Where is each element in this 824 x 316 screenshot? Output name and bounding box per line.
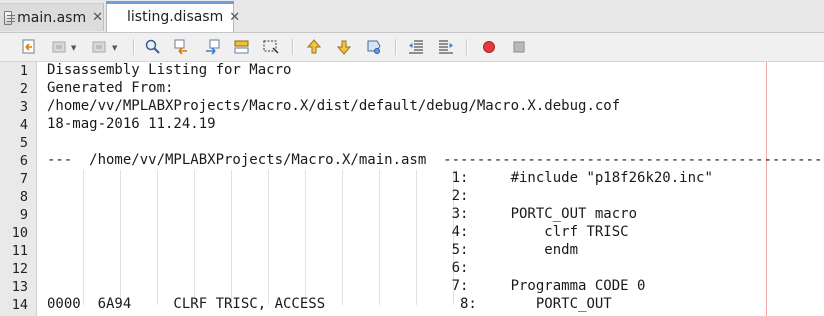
history-forward-icon[interactable]	[90, 38, 108, 56]
code-line[interactable]: 3: PORTC_OUT macro	[47, 206, 637, 222]
code-line[interactable]: 7: Programma CODE 0	[47, 278, 646, 294]
toggle-highlight-icon[interactable]	[233, 38, 251, 56]
close-icon[interactable]: ✕	[229, 10, 240, 25]
tab-listing-disasm-label: listing.disasm	[127, 9, 224, 25]
tab-main-asm[interactable]: main.asm ✕	[0, 3, 104, 31]
start-macro-icon[interactable]	[480, 38, 498, 56]
shift-right-icon[interactable]	[437, 38, 455, 56]
code-line[interactable]: Disassembly Listing for Macro	[47, 62, 291, 78]
line-number-gutter: 1 2 3 4 5 6 7 8 9 10 11 12 13 14	[0, 62, 37, 316]
disassembly-editor[interactable]: 1 2 3 4 5 6 7 8 9 10 11 12 13 14 Disasse…	[0, 62, 824, 316]
code-line[interactable]: Generated From:	[47, 80, 173, 96]
tab-main-asm-label: main.asm	[17, 9, 87, 26]
line-number: 11	[11, 243, 28, 259]
run-history-icon[interactable]	[50, 38, 68, 56]
line-number: 9	[19, 207, 28, 223]
tab-listing-disasm[interactable]: listing.disasm ✕	[106, 1, 240, 32]
code-line[interactable]: 6:	[47, 260, 469, 276]
line-number: 5	[19, 135, 28, 151]
toggle-bookmark-icon[interactable]	[365, 38, 383, 56]
editor-toolbar: ▼ ▼	[0, 33, 824, 62]
line-number: 1	[19, 63, 28, 79]
chevron-down-icon[interactable]: ▼	[112, 44, 117, 52]
toolbar-separator	[292, 39, 294, 55]
back-source-icon[interactable]	[20, 38, 38, 56]
line-number: 14	[11, 297, 28, 313]
code-line[interactable]: 5: endm	[47, 242, 578, 258]
code-line[interactable]: --- /home/vv/MPLABXProjects/Macro.X/main…	[47, 152, 824, 168]
editor-tab-bar: main.asm ✕ listing.disasm ✕	[0, 0, 824, 33]
asm-file-icon	[4, 10, 16, 25]
toolbar-separator	[395, 39, 397, 55]
right-margin-line	[766, 62, 767, 316]
stop-macro-icon[interactable]	[510, 38, 528, 56]
line-number: 2	[19, 81, 28, 97]
line-number: 7	[19, 171, 28, 187]
line-number: 8	[19, 189, 28, 205]
find-previous-icon[interactable]	[173, 38, 191, 56]
next-bookmark-icon[interactable]	[335, 38, 353, 56]
toolbar-separator	[466, 39, 468, 55]
code-line[interactable]: 18-mag-2016 11.24.19	[47, 116, 216, 132]
toolbar-separator	[133, 39, 135, 55]
line-number: 13	[11, 279, 28, 295]
find-icon[interactable]	[144, 38, 162, 56]
previous-bookmark-icon[interactable]	[305, 38, 323, 56]
code-line[interactable]: 1: #include "p18f26k20.inc"	[47, 170, 713, 186]
find-next-icon[interactable]	[203, 38, 221, 56]
line-number: 4	[19, 117, 28, 133]
line-number: 6	[19, 153, 28, 169]
line-number: 3	[19, 99, 28, 115]
toggle-selection-icon[interactable]	[262, 38, 280, 56]
close-icon[interactable]: ✕	[92, 10, 103, 25]
code-line[interactable]: 4: clrf TRISC	[47, 224, 629, 240]
shift-left-icon[interactable]	[407, 38, 425, 56]
line-number: 12	[11, 261, 28, 277]
code-line[interactable]: 2:	[47, 188, 469, 204]
line-number: 10	[11, 225, 28, 241]
code-line[interactable]: /home/vv/MPLABXProjects/Macro.X/dist/def…	[47, 98, 620, 114]
chevron-down-icon[interactable]: ▼	[71, 44, 76, 52]
code-line[interactable]: 0000 6A94 CLRF TRISC, ACCESS 8: PORTC_OU…	[47, 296, 612, 312]
